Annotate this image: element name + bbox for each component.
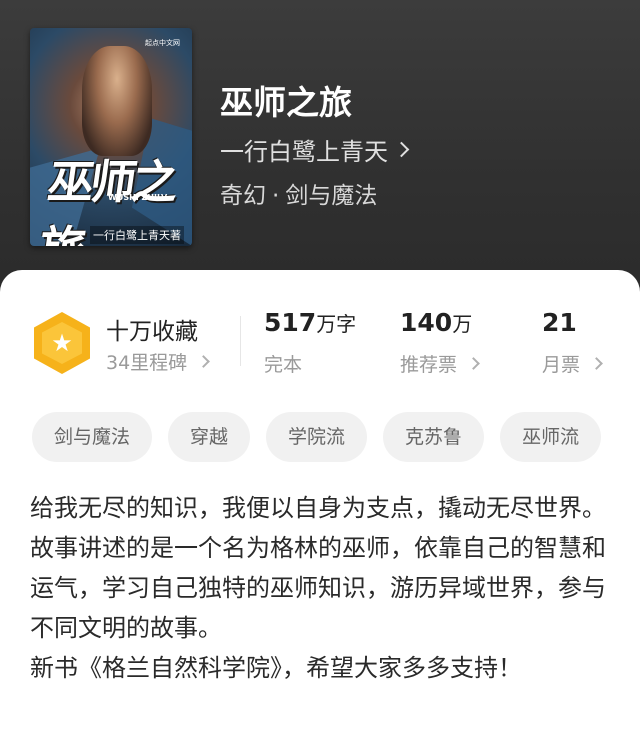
- recommend-count: 140万: [400, 308, 472, 337]
- description-paragraph: 新书《格兰自然科学院》，希望大家多多支持！: [30, 654, 522, 682]
- cover-publisher-logo: 起点中文网: [145, 39, 180, 47]
- genre-label[interactable]: 奇幻: [220, 183, 266, 209]
- chevron-right-icon: [197, 355, 211, 368]
- tag-chip[interactable]: 剑与魔法: [32, 412, 153, 462]
- word-count-unit: 万字: [316, 312, 357, 336]
- cover-author: 一行白鹭上青天著: [90, 226, 184, 244]
- milestone-label: 34里程碑: [106, 352, 188, 374]
- genre-separator: ·: [272, 183, 280, 209]
- description-paragraph: 故事讲述的是一个名为格林的巫师，依靠自己的智慧和运气，学习自己独特的巫师知识，游…: [30, 534, 606, 642]
- monthly-count: 21: [542, 308, 577, 337]
- completion-status: 完本: [264, 350, 302, 377]
- tag-chip[interactable]: 克苏鲁: [383, 412, 485, 462]
- tag-list: 剑与魔法 穿越 学院流 克苏鲁 巫师流: [32, 412, 602, 462]
- cover-pinyin: WUSHI ZHILV: [108, 193, 168, 202]
- stats-bar: ★ 十万收藏 34里程碑 517万字 完本 140万 推荐票 21 月票: [0, 270, 640, 390]
- book-cover[interactable]: 起点中文网 巫师之旅 WUSHI ZHILV 一行白鹭上青天著: [30, 28, 192, 246]
- tag-chip[interactable]: 学院流: [266, 412, 368, 462]
- genre-row: 奇幻 · 剑与魔法: [220, 176, 377, 210]
- chevron-right-icon: [393, 141, 410, 158]
- star-icon: ★: [42, 322, 82, 364]
- word-count: 517万字: [264, 308, 356, 337]
- tag-chip[interactable]: 巫师流: [500, 412, 602, 462]
- status-label: 完本: [264, 354, 303, 376]
- chevron-right-icon: [467, 357, 480, 370]
- monthly-value: 21: [542, 308, 577, 337]
- recommend-label: 推荐票: [400, 354, 458, 376]
- book-title: 巫师之旅: [220, 83, 352, 122]
- milestone-link[interactable]: 34里程碑: [106, 348, 211, 375]
- description-paragraph: 给我无尽的知识，我便以自身为支点，撬动无尽世界。: [30, 494, 606, 522]
- author-name: 一行白鹭上青天: [220, 138, 388, 166]
- book-header: 起点中文网 巫师之旅 WUSHI ZHILV 一行白鹭上青天著 巫师之旅 一行白…: [0, 0, 640, 300]
- chevron-right-icon: [590, 357, 603, 370]
- recommend-value: 140: [400, 308, 453, 337]
- collection-badge[interactable]: ★: [34, 312, 90, 374]
- recommend-ticket-link[interactable]: 推荐票: [400, 350, 480, 377]
- tag-chip[interactable]: 穿越: [168, 412, 251, 462]
- stats-divider: [240, 316, 241, 366]
- cover-art-figure: [82, 46, 152, 156]
- monthly-label: 月票: [542, 354, 581, 376]
- collection-count: 十万收藏: [106, 319, 198, 345]
- monthly-ticket-link[interactable]: 月票: [542, 350, 603, 377]
- recommend-unit: 万: [452, 312, 473, 336]
- subgenre-label[interactable]: 剑与魔法: [285, 183, 377, 209]
- book-detail-card: ★ 十万收藏 34里程碑 517万字 完本 140万 推荐票 21 月票 剑与魔…: [0, 270, 640, 730]
- word-count-value: 517: [264, 308, 317, 337]
- book-description: 给我无尽的知识，我便以自身为支点，撬动无尽世界。 故事讲述的是一个名为格林的巫师…: [30, 488, 616, 688]
- author-link[interactable]: 一行白鹭上青天: [220, 132, 410, 167]
